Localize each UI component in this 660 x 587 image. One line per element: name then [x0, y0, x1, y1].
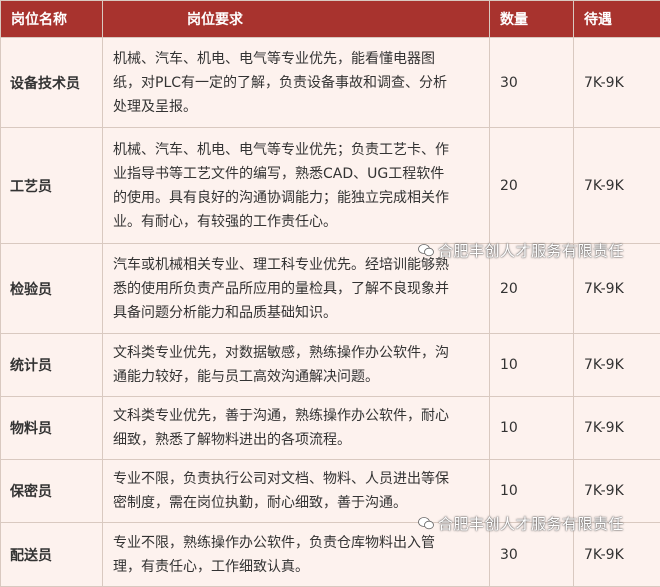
table-row: 设备技术员 机械、汽车、机电、电气等专业优先，能看懂电器图 纸，对PLC有一定的了解… [0, 37, 660, 128]
watermark: 合肥丰创人才服务有限责任 [418, 513, 624, 534]
job-requirements: 机械、汽车、机电、电气等专业优先，能看懂电器图 纸，对PLC有一定的了解，负责设备… [102, 37, 490, 128]
headcount: 10 [489, 333, 574, 397]
job-requirements: 文科类专业优先，善于沟通，熟练操作办公软件，耐心 细致，熟悉了解物料进出的各项流程… [102, 396, 490, 460]
requirement-line: 密制度，需在岗位执勤，耐心细致，善于沟通。 [113, 495, 407, 511]
requirement-line: 文科类专业优先，对数据敏感，熟练操作办公软件，沟 [113, 345, 449, 361]
job-title: 物料员 [0, 396, 103, 460]
table-row: 物料员 文科类专业优先，善于沟通，熟练操作办公软件，耐心 细致，熟悉了解物料进出的各… [0, 396, 660, 460]
job-title: 配送员 [0, 522, 103, 587]
requirement-line: 通能力较好，能与员工高效沟通解决问题。 [113, 369, 379, 385]
salary: 7K-9K [573, 37, 660, 128]
table-row: 统计员 文科类专业优先，对数据敏感，熟练操作办公软件，沟 通能力较好，能与员工高效沟… [0, 333, 660, 397]
requirement-line: 业。有耐心，有较强的工作责任心。 [113, 213, 337, 230]
job-title: 工艺员 [0, 127, 103, 244]
job-requirements: 机械、汽车、机电、电气等专业优先；负责工艺卡、作 业指导书等工艺文件的编写，熟悉C… [102, 127, 490, 244]
requirement-line: 细致，熟悉了解物料进出的各项流程。 [113, 432, 351, 448]
table-row: 工艺员 机械、汽车、机电、电气等专业优先；负责工艺卡、作 业指导书等工艺文件的编写，… [0, 127, 660, 244]
header-count: 数量 [489, 0, 574, 38]
headcount: 30 [489, 37, 574, 128]
headcount: 20 [489, 127, 574, 244]
table-header-row: 岗位名称 岗位要求 数量 待遇 [0, 0, 660, 38]
job-title: 检验员 [0, 243, 103, 334]
requirement-line: 理，有责任心，工作细致认真。 [113, 558, 309, 575]
requirement-line: 纸，对PLC有一定的了解，负责设备事故和调查、分析 [113, 74, 448, 91]
job-title: 保密员 [0, 459, 103, 523]
requirement-line: 处理及呈报。 [113, 98, 197, 115]
requirement-line: 悉的使用所负责产品所应用的量检具，了解不良现象并 [113, 280, 449, 297]
requirement-line: 机械、汽车、机电、电气等专业优先，能看懂电器图 [113, 50, 435, 67]
header-name: 岗位名称 [0, 0, 103, 38]
job-requirements: 文科类专业优先，对数据敏感，熟练操作办公软件，沟 通能力较好，能与员工高效沟通解决… [102, 333, 490, 397]
salary: 7K-9K [573, 396, 660, 460]
requirement-line: 文科类专业优先，善于沟通，熟练操作办公软件，耐心 [113, 408, 449, 424]
salary: 7K-9K [573, 127, 660, 244]
job-title: 设备技术员 [0, 37, 103, 128]
salary: 7K-9K [573, 333, 660, 397]
header-requirements: 岗位要求 [102, 0, 490, 38]
headcount: 10 [489, 396, 574, 460]
job-title: 统计员 [0, 333, 103, 397]
watermark: 合肥丰创人才服务有限责任 [418, 240, 624, 261]
requirement-line: 具备问题分析能力和品质基础知识。 [113, 304, 337, 321]
wechat-icon [418, 516, 434, 530]
requirement-line: 机械、汽车、机电、电气等专业优先；负责工艺卡、作 [113, 141, 449, 158]
requirement-line: 专业不限，熟练操作办公软件，负责仓库物料出入管 [113, 534, 435, 551]
header-pay: 待遇 [573, 0, 660, 38]
job-requirements-table: 岗位名称 岗位要求 数量 待遇 设备技术员 机械、汽车、机电、电气等专业优先，能看… [0, 0, 660, 587]
requirement-line: 业指导书等工艺文件的编写，熟悉CAD、UG工程软件 [113, 165, 445, 182]
requirement-line: 的使用。具有良好的沟通协调能力；能独立完成相关作 [113, 189, 449, 206]
wechat-icon [418, 243, 434, 257]
requirement-line: 专业不限，负责执行公司对文档、物料、人员进出等保 [113, 471, 449, 487]
